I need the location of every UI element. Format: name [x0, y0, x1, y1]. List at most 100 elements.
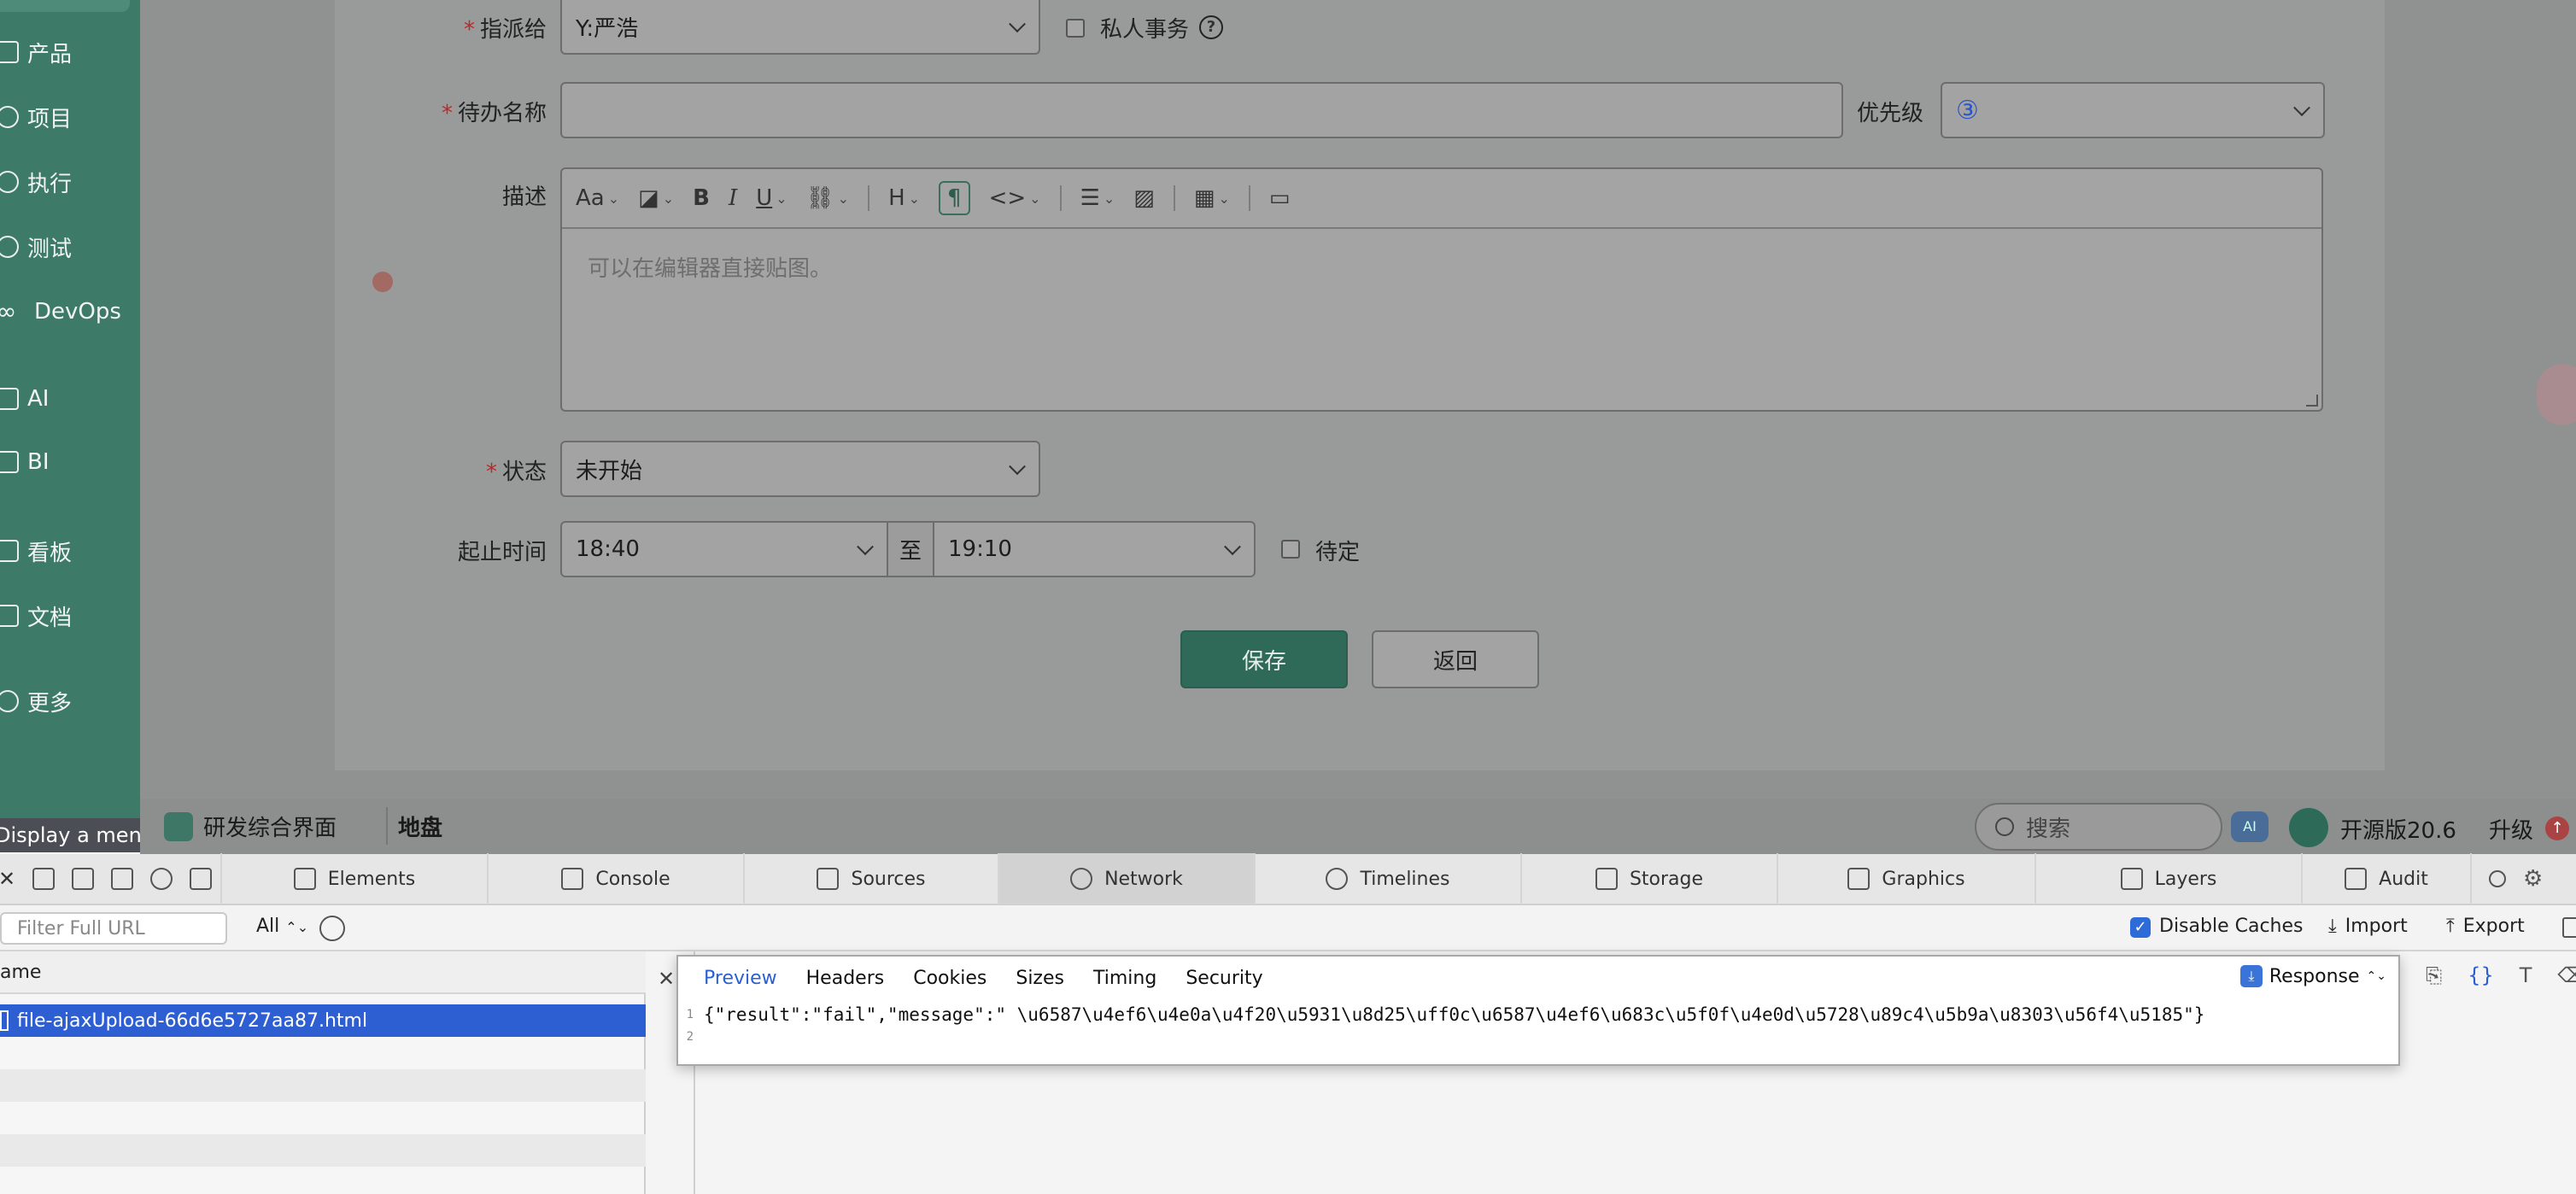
undock-icon[interactable]	[111, 868, 134, 890]
tab-headers[interactable]: Headers	[806, 968, 885, 989]
sidebar-item-execution[interactable]: 执行	[0, 161, 140, 203]
response-json-line: {"result":"fail","message":" \u6587\u4ef…	[704, 1004, 2205, 1025]
upgrade-link[interactable]: 升级	[2489, 813, 2533, 845]
sidebar-item-project[interactable]: 项目	[0, 96, 140, 138]
sidebar-item-product[interactable]: 产品	[0, 31, 140, 73]
table-button[interactable]: ▦ ⌄	[1194, 181, 1230, 215]
private-checkbox[interactable]	[1066, 19, 1085, 38]
tab-rnd-overview[interactable]: 研发综合界面	[164, 799, 337, 854]
sidebar-item-bi[interactable]: BI	[0, 441, 140, 483]
link-button[interactable]: ⛓ ⌄	[806, 181, 849, 215]
global-search[interactable]: 搜索	[1975, 803, 2222, 851]
list-header-name[interactable]: ame	[0, 951, 646, 994]
tab-security[interactable]: Security	[1186, 968, 1262, 989]
close-icon[interactable]: ✕	[0, 867, 15, 891]
bold-button[interactable]: B	[693, 181, 710, 215]
filter-url-input[interactable]: Filter Full URL	[0, 912, 227, 945]
sidebar-item-test[interactable]: 测试	[0, 225, 140, 268]
inspect-icon[interactable]	[150, 868, 173, 890]
tab-cookies[interactable]: Cookies	[913, 968, 986, 989]
import-button[interactable]: ⤓ Import	[2328, 916, 2408, 937]
copy-icon[interactable]: ⎘	[2426, 963, 2442, 987]
italic-button[interactable]: I	[729, 181, 737, 215]
network-filter-bar: Filter Full URL All ⌃⌄ ✓ Disable Caches …	[0, 905, 2576, 951]
sidebar-item-kanban[interactable]: 看板	[0, 530, 140, 572]
settings-icon[interactable]: ⚙	[2523, 853, 2557, 904]
tab-elements[interactable]: Elements	[222, 853, 489, 904]
end-time-select[interactable]: 19:10	[934, 523, 1254, 576]
tab-console[interactable]: Console	[489, 853, 745, 904]
json-braces-icon[interactable]: {}	[2468, 963, 2494, 987]
tab-label: 研发综合界面	[203, 816, 337, 841]
clear-icon[interactable]	[2562, 917, 2576, 938]
disable-caches-checkbox[interactable]: ✓	[2130, 917, 2151, 938]
status-select[interactable]: 未开始	[560, 441, 1040, 497]
start-time-select[interactable]: 18:40	[562, 523, 887, 576]
kanban-icon	[0, 540, 19, 562]
sidebar-active-item[interactable]	[0, 0, 130, 12]
chevron-down-icon	[1009, 458, 1026, 476]
response-code: 1 2 {"result":"fail","message":" \u6587\…	[678, 1004, 2398, 1064]
heading-button[interactable]: H ⌄	[888, 181, 920, 215]
response-preview-popover: Preview Headers Cookies Sizes Timing Sec…	[676, 955, 2400, 1066]
tab-timelines[interactable]: Timelines	[1256, 853, 1522, 904]
paragraph-button[interactable]: ¶	[939, 181, 970, 215]
tab-graphics[interactable]: Graphics	[1778, 853, 2036, 904]
list-button[interactable]: ☰ ⌄	[1080, 181, 1115, 215]
sidebar-item-ai[interactable]: AI	[0, 378, 140, 420]
paint-icon: ◪	[638, 185, 659, 211]
tab-dashboard[interactable]: 地盘	[398, 799, 442, 854]
export-button[interactable]: ⤒ Export	[2446, 916, 2525, 937]
sidebar: 产品 项目 执行 测试 ∞ DevOps AI BI 看板 文档 更多	[0, 0, 140, 820]
todo-name-input[interactable]	[560, 82, 1843, 138]
floating-assistant-button[interactable]	[2537, 364, 2576, 425]
type-filter-select[interactable]: All ⌃⌄	[256, 916, 308, 937]
sidebar-item-document[interactable]: 文档	[0, 594, 140, 637]
tab-layers[interactable]: Layers	[2036, 853, 2303, 904]
devtools-search-button[interactable]	[2472, 853, 2523, 904]
tab-preview[interactable]: Preview	[704, 968, 777, 989]
tab-storage[interactable]: Storage	[1522, 853, 1778, 904]
device-icon[interactable]	[190, 868, 213, 890]
test-icon	[0, 236, 19, 258]
tab-sources[interactable]: Sources	[745, 853, 999, 904]
underline-button[interactable]: U ⌄	[756, 181, 787, 215]
brand-logo-icon	[2289, 808, 2328, 847]
dock-left-icon[interactable]	[32, 868, 56, 890]
editor-placeholder: 可以在编辑器直接贴图。	[588, 256, 833, 282]
back-button[interactable]: 返回	[1372, 630, 1539, 688]
text-color-button[interactable]: ◪ ⌄	[638, 181, 674, 215]
filter-options-icon[interactable]	[319, 916, 345, 941]
dock-right-icon[interactable]	[72, 868, 95, 890]
image-button[interactable]: ▨	[1133, 181, 1155, 215]
text-icon[interactable]: T	[2520, 963, 2532, 987]
trash-icon[interactable]: ⌫	[2557, 963, 2576, 987]
resize-handle[interactable]	[2306, 395, 2318, 407]
infinity-icon: ∞	[0, 297, 17, 325]
sidebar-item-devops[interactable]: ∞ DevOps	[0, 290, 140, 333]
priority-select[interactable]: ③	[1941, 82, 2325, 138]
assign-select[interactable]: Y:严浩	[560, 0, 1040, 55]
save-button[interactable]: 保存	[1180, 630, 1348, 688]
sidebar-item-more[interactable]: 更多	[0, 680, 140, 723]
pending-checkbox[interactable]	[1281, 540, 1300, 559]
chat-ai-icon[interactable]: AI	[2231, 811, 2269, 842]
tab-timing[interactable]: Timing	[1093, 968, 1156, 989]
fullscreen-button[interactable]: ▭	[1269, 181, 1291, 215]
code-button[interactable]: <> ⌄	[989, 181, 1041, 215]
rich-text-editor[interactable]: Aa ⌄ ◪ ⌄ B I U ⌄ ⛓ ⌄ H ⌄ ¶ <> ⌄ ☰ ⌄ ▨ ▦ ⌄ ▭ 可以在编…	[560, 167, 2323, 412]
tab-audit[interactable]: Audit	[2303, 853, 2472, 904]
audit-icon	[2345, 868, 2368, 890]
close-icon[interactable]: ✕	[658, 967, 675, 991]
response-mode-select[interactable]: ⤓ Response ⌃⌄	[2239, 965, 2386, 987]
font-size-button[interactable]: Aa ⌄	[576, 181, 619, 215]
product-icon	[0, 41, 19, 63]
execution-icon	[0, 171, 19, 193]
status-value: 未开始	[576, 458, 643, 484]
assign-label: * 指派给	[463, 17, 547, 43]
help-icon[interactable]: ?	[1199, 15, 1223, 39]
tab-sizes[interactable]: Sizes	[1016, 968, 1064, 989]
request-row-selected[interactable]: file-ajaxUpload-66d6e5727aa87.html	[0, 1004, 646, 1037]
tooltip: Display a menu	[0, 818, 140, 852]
tab-network[interactable]: Network	[999, 853, 1256, 904]
